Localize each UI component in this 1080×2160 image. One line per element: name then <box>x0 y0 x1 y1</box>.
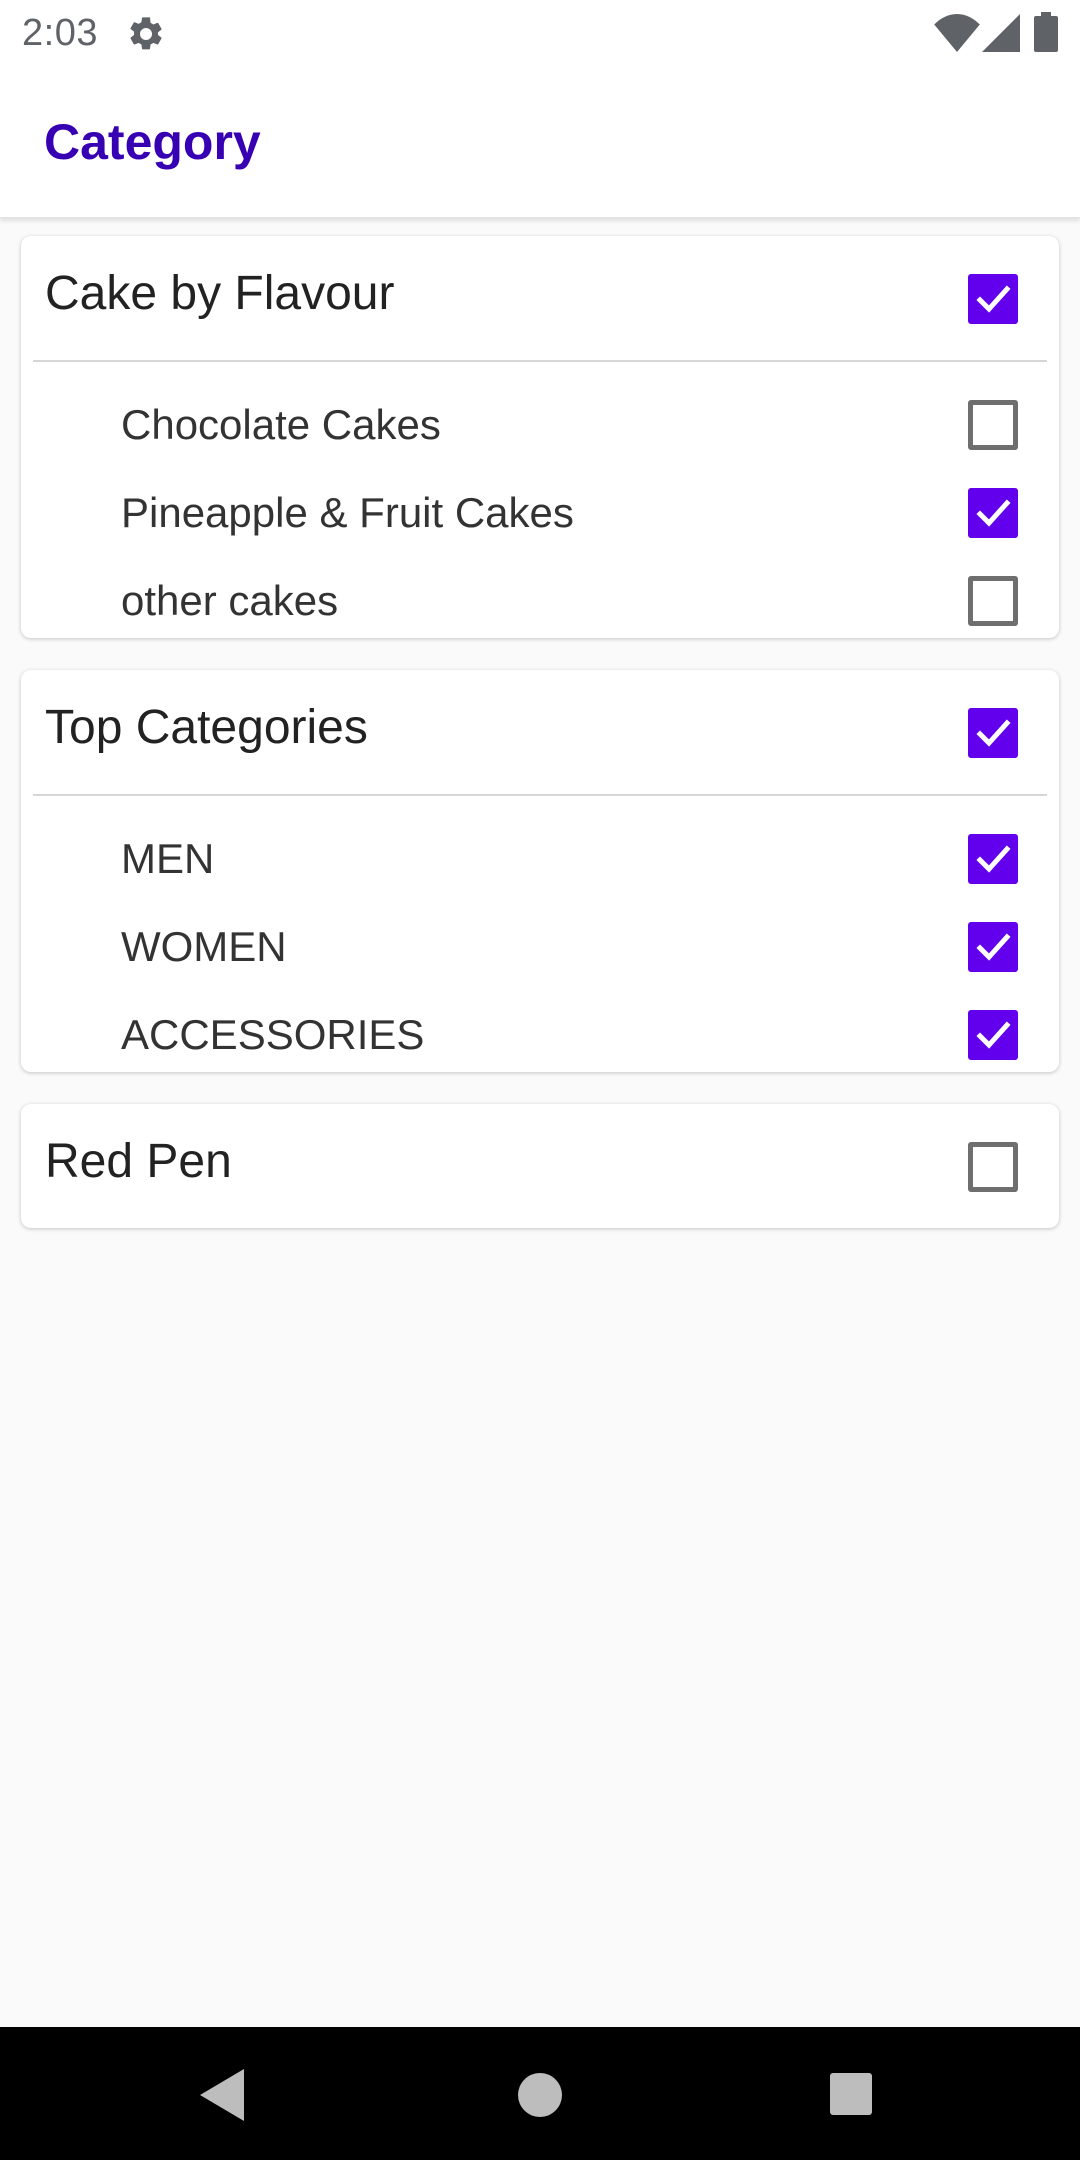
list-item-label: MEN <box>121 835 215 882</box>
check-icon <box>976 933 1011 961</box>
category-checkbox[interactable] <box>968 1142 1018 1192</box>
item-checkbox[interactable] <box>968 576 1018 626</box>
check-icon <box>976 845 1011 873</box>
category-checkbox[interactable] <box>968 708 1018 758</box>
category-card-red-pen: Red Pen <box>21 1104 1059 1228</box>
divider <box>33 794 1047 796</box>
cellular-signal-icon <box>982 14 1020 52</box>
check-icon <box>976 499 1011 527</box>
back-icon[interactable] <box>200 2069 248 2121</box>
gear-icon <box>130 17 162 50</box>
category-checkbox[interactable] <box>968 274 1018 324</box>
list-item[interactable]: Chocolate Cakes <box>21 381 1059 469</box>
list-item-label: other cakes <box>121 577 339 624</box>
category-header[interactable]: Top Categories <box>21 670 1059 794</box>
navigation-bar <box>0 2027 1080 2160</box>
app-bar: Category <box>0 66 1080 218</box>
list-item-label: ACCESSORIES <box>121 1011 425 1058</box>
item-checkbox[interactable] <box>968 400 1018 450</box>
item-checkbox[interactable] <box>968 922 1018 972</box>
list-item[interactable]: Pineapple & Fruit Cakes <box>21 469 1059 557</box>
list-item[interactable]: MEN <box>21 815 1059 903</box>
item-checkbox[interactable] <box>968 1010 1018 1060</box>
check-icon <box>976 285 1011 313</box>
list-item-label: Pineapple & Fruit Cakes <box>121 489 574 536</box>
check-icon <box>976 719 1011 747</box>
status-time: 2:03 <box>22 12 98 54</box>
category-header[interactable]: Cake by Flavour <box>21 236 1059 360</box>
list-item[interactable]: ACCESSORIES <box>21 991 1059 1079</box>
category-card-top-categories: Top Categories MEN WOMEN ACCESSORIES <box>21 670 1059 1072</box>
item-checkbox[interactable] <box>968 488 1018 538</box>
wifi-icon <box>934 14 980 52</box>
category-title: Top Categories <box>45 701 368 754</box>
home-icon[interactable] <box>518 2073 562 2117</box>
check-icon <box>976 1021 1011 1049</box>
list-item-label: WOMEN <box>121 923 287 970</box>
list-item-label: Chocolate Cakes <box>121 401 441 448</box>
page-title: Category <box>44 114 261 170</box>
battery-icon <box>1034 12 1058 52</box>
list-item[interactable]: other cakes <box>21 557 1059 645</box>
list-item[interactable]: WOMEN <box>21 903 1059 991</box>
recents-icon[interactable] <box>830 2073 872 2115</box>
category-card-cake-by-flavour: Cake by Flavour Chocolate Cakes Pineapple… <box>21 236 1059 638</box>
divider <box>33 360 1047 362</box>
category-title: Red Pen <box>45 1135 232 1188</box>
status-bar: 2:03 <box>0 0 1080 66</box>
item-checkbox[interactable] <box>968 834 1018 884</box>
category-title: Cake by Flavour <box>45 267 395 320</box>
category-header[interactable]: Red Pen <box>21 1104 1059 1228</box>
